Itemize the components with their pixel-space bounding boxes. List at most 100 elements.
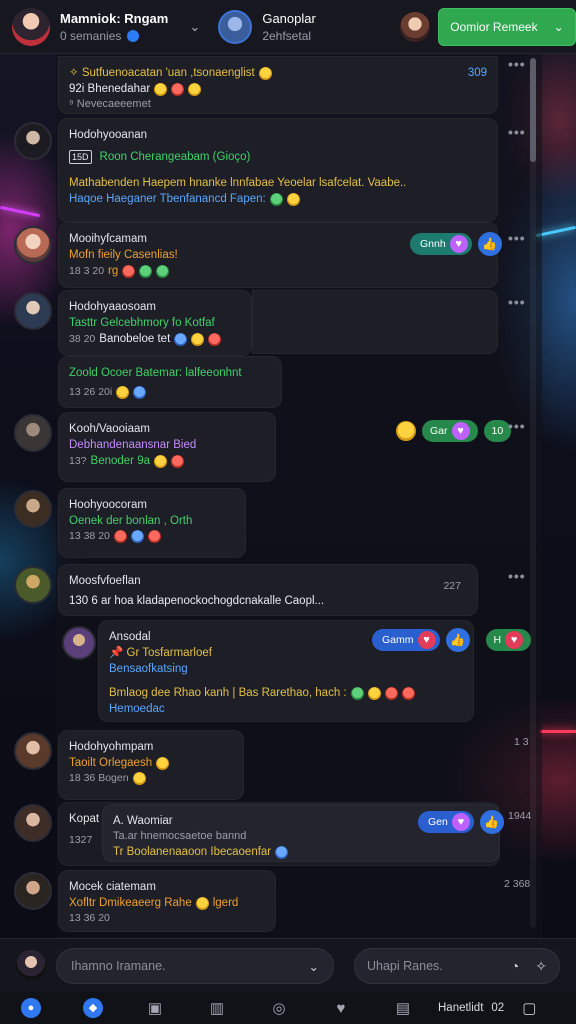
timer-icon[interactable]: ◔ bbox=[511, 958, 519, 975]
reaction-label: Gamm bbox=[382, 634, 414, 646]
message-time: 309 bbox=[467, 67, 487, 79]
nav-board[interactable]: ▤ bbox=[372, 999, 434, 1017]
message-text: Xofltr Dmikeaeerg Rahe bbox=[69, 897, 192, 910]
nav-explore[interactable]: ◎ bbox=[248, 999, 310, 1017]
top-header: Mamniok: Rngam 0 semanies ⌄ Ganoplar 2eh… bbox=[0, 0, 576, 54]
sparkle-icon[interactable]: ✧ bbox=[535, 958, 547, 975]
sender-name: Hoohyoocoram bbox=[69, 499, 147, 511]
home-icon: ● bbox=[21, 998, 41, 1018]
user-switcher[interactable]: Mamniok: Rngam 0 semanies bbox=[12, 7, 193, 46]
scrollbar-track[interactable] bbox=[530, 58, 536, 928]
reaction-pill[interactable]: Gar ♥ bbox=[422, 420, 478, 442]
nav-book[interactable]: ▥ bbox=[186, 999, 248, 1017]
sender-name: Mocek ciatemam bbox=[69, 881, 156, 893]
reaction-pill[interactable]: Gamm ♥ bbox=[372, 629, 440, 651]
message-text: Zoold Ocoer Batemar: lalfeeonhnt bbox=[69, 367, 242, 379]
channel-title: Ganoplar bbox=[262, 10, 316, 26]
user-avatar[interactable] bbox=[12, 7, 50, 46]
heart-icon: ♥ bbox=[417, 631, 436, 649]
status-icon bbox=[127, 29, 140, 42]
channel-avatar[interactable] bbox=[218, 9, 253, 44]
avatar[interactable] bbox=[14, 804, 52, 842]
avatar[interactable] bbox=[14, 292, 52, 330]
chat-feed[interactable]: ✧ Sutfuenoacatan 'uan ,tsonaenglist 309 9… bbox=[0, 54, 576, 938]
avatar[interactable] bbox=[62, 626, 96, 660]
more-options-icon[interactable]: ••• bbox=[508, 230, 526, 246]
secondary-input[interactable]: Uhapi Ranes. ◔ ✧ bbox=[354, 948, 560, 984]
nav-label[interactable]: Hanetlidt bbox=[438, 1002, 483, 1014]
timestamp: 18 3 20 bbox=[69, 264, 105, 277]
message-bubble[interactable]: Kooh/Vaooiaam Debhandenaansnar Bied 13? B… bbox=[58, 412, 276, 482]
message-text: Roon Cherangeabam (Gioço) bbox=[99, 151, 251, 164]
like-icon[interactable]: 👍 bbox=[445, 628, 470, 652]
more-options-icon[interactable]: ••• bbox=[508, 418, 526, 434]
message-bubble-extension bbox=[252, 290, 498, 354]
more-options-icon[interactable]: ••• bbox=[508, 56, 526, 72]
chevron-down-icon[interactable]: ⌄ bbox=[309, 959, 319, 974]
more-options-icon[interactable]: ••• bbox=[508, 294, 526, 310]
avatar[interactable] bbox=[14, 414, 52, 452]
timestamp: 227 bbox=[443, 580, 461, 592]
like-icon[interactable]: 👍 bbox=[479, 810, 504, 834]
emoji-icon bbox=[396, 421, 416, 441]
profile-avatar[interactable] bbox=[399, 11, 430, 42]
avatar[interactable] bbox=[14, 490, 52, 528]
book-icon: ▥ bbox=[209, 1000, 225, 1017]
reaction-pill[interactable]: H ♥ bbox=[485, 629, 532, 651]
emoji-icon bbox=[188, 82, 202, 96]
message-bubble[interactable]: Hodohyooanan 15D Roon Cherangeabam (Gioço… bbox=[58, 118, 498, 222]
avatar[interactable] bbox=[14, 122, 52, 160]
message-bubble[interactable]: ✧ Sutfuenoacatan 'uan ,tsonaenglist 309 9… bbox=[58, 56, 498, 114]
avatar[interactable] bbox=[14, 732, 52, 770]
message-text: Bensaofkatsing bbox=[109, 663, 188, 676]
message-text: Bmlaog dee Rhao kanh | Bas Rarethao, hac… bbox=[109, 687, 347, 700]
message-bubble[interactable]: Moosfvfoeflan 130 6 ar hoa kladapenockoc… bbox=[58, 564, 478, 616]
cta-label: Oomior Remeek bbox=[450, 19, 538, 34]
reaction-label: Gar bbox=[430, 425, 448, 437]
avatar[interactable] bbox=[14, 226, 52, 264]
avatar[interactable] bbox=[14, 566, 52, 604]
nav-media[interactable]: ▣ bbox=[124, 999, 186, 1017]
message-text: Oenek der bonlan , Orth bbox=[69, 515, 193, 528]
message-bubble[interactable]: Hodohyaaosoam Tasttr Gelcebhmory fo Kotf… bbox=[58, 290, 252, 356]
emoji-icon bbox=[191, 332, 205, 346]
cta-button[interactable]: Oomior Remeek ⌄ bbox=[437, 7, 576, 46]
nav-favorites[interactable]: ♥ bbox=[310, 1000, 372, 1017]
tag-badge: 15D bbox=[69, 149, 92, 165]
emoji-icon bbox=[122, 264, 136, 278]
message-input[interactable]: Ihamno Iramane. ⌄ bbox=[56, 948, 334, 984]
nav-chat[interactable]: ◆ bbox=[62, 998, 124, 1018]
scrollbar-thumb[interactable] bbox=[530, 58, 536, 162]
avatar[interactable] bbox=[14, 872, 52, 910]
message-text: Mathabenden Haepem hnanke lnnfabae Yeoel… bbox=[69, 177, 407, 190]
chevron-down-icon: ⌄ bbox=[553, 19, 564, 34]
more-options-icon[interactable]: ••• bbox=[508, 568, 526, 584]
user-subtitle: 0 semanies bbox=[60, 28, 122, 43]
message-bubble[interactable]: Zoold Ocoer Batemar: lalfeeonhnt 13 26 2… bbox=[58, 356, 282, 408]
message-bubble[interactable]: Mocek ciatemam Xofltr Dmikeaeerg Rahe lge… bbox=[58, 870, 276, 932]
emoji-icon bbox=[132, 772, 146, 786]
chevron-down-icon[interactable]: ⌄ bbox=[189, 19, 200, 35]
message-text: Hemoedac bbox=[109, 703, 165, 716]
board-icon: ▤ bbox=[395, 1000, 411, 1017]
channel-info[interactable]: Ganoplar 2ehfsetal bbox=[218, 9, 386, 44]
sender-name: Hodohyohmpam bbox=[69, 741, 154, 753]
message-text: ✧ Sutfuenoacatan 'uan ,tsonaenglist bbox=[69, 67, 255, 79]
emoji-icon bbox=[269, 192, 283, 206]
message-text: lgerd bbox=[212, 897, 239, 910]
message-input-placeholder: Ihamno Iramane. bbox=[71, 959, 166, 973]
more-options-icon[interactable]: ••• bbox=[508, 124, 526, 140]
emoji-icon bbox=[275, 846, 289, 860]
message-bubble[interactable]: Hodohyohmpam Taoilt Orlegaesh 18 36 Boge… bbox=[58, 730, 244, 800]
like-icon[interactable]: 👍 bbox=[477, 232, 502, 256]
nav-home[interactable]: ● bbox=[0, 998, 62, 1018]
message-text: ⁹ Nevecaeeemet bbox=[69, 98, 151, 111]
my-avatar[interactable] bbox=[16, 950, 46, 980]
reaction-pill[interactable]: Gnnh ♥ bbox=[410, 233, 472, 255]
reaction-pill[interactable]: Gen ♥ bbox=[418, 811, 474, 833]
timestamp: 13 36 20 bbox=[69, 912, 110, 925]
square-icon[interactable]: ▢ bbox=[522, 999, 536, 1017]
message-bubble[interactable]: Hoohyoocoram Oenek der bonlan , Orth 13 … bbox=[58, 488, 246, 558]
media-icon: ▣ bbox=[147, 1000, 163, 1017]
emoji-icon bbox=[384, 686, 398, 700]
